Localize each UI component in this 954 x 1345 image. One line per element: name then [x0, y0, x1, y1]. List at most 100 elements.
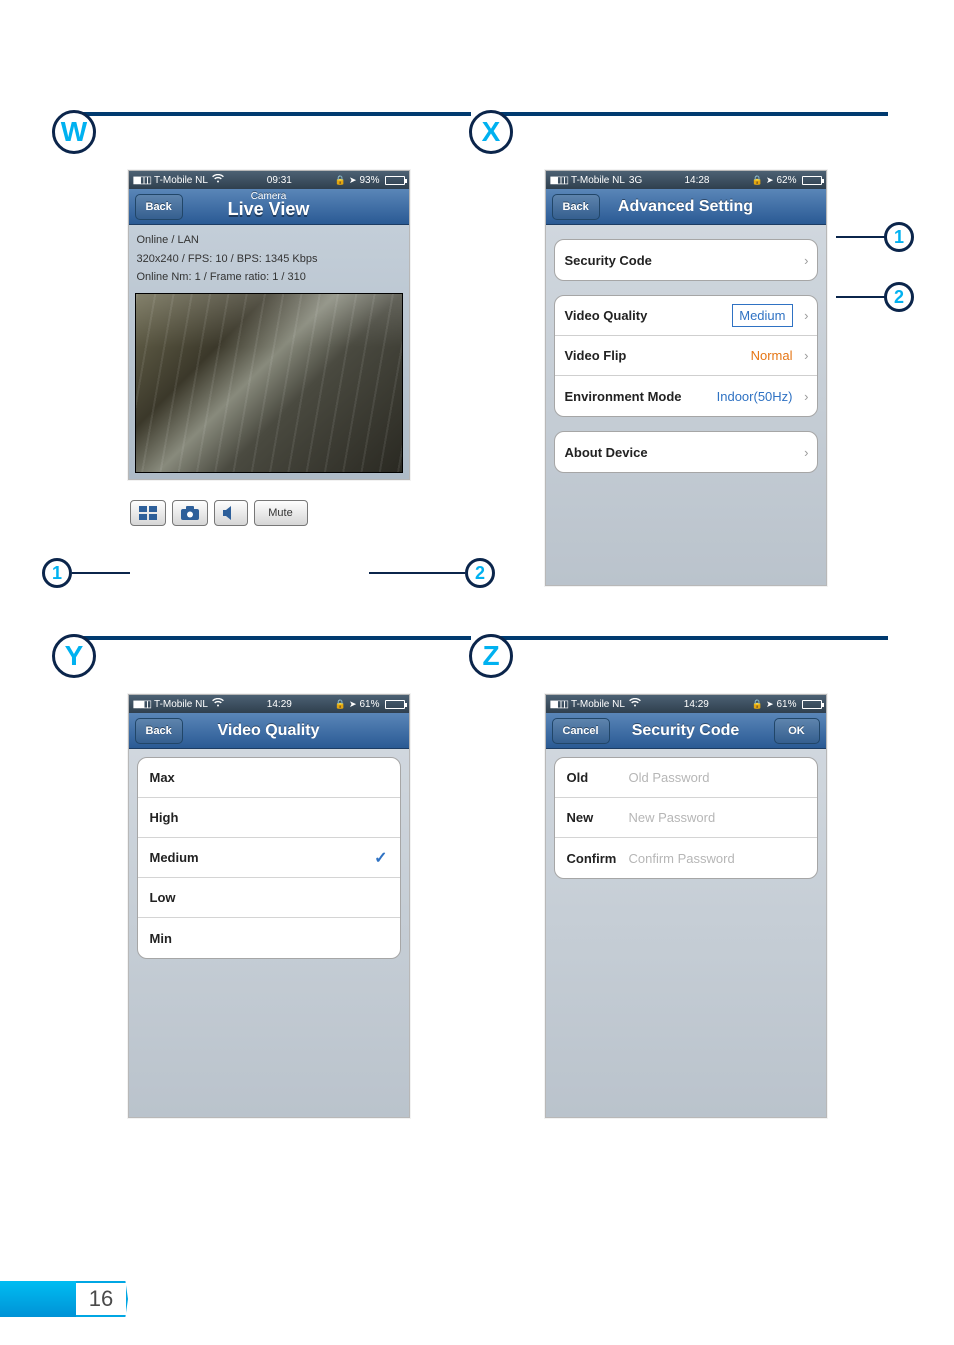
chevron-right-icon: ›: [804, 308, 808, 323]
battery-icon: [802, 176, 822, 185]
callout-line: [72, 572, 130, 574]
option-label: Medium: [150, 850, 199, 865]
live-video-frame[interactable]: [135, 293, 403, 473]
row-label: Security Code: [565, 253, 652, 268]
stream-info: Online / LAN 320x240 / FPS: 10 / BPS: 13…: [135, 227, 403, 293]
callout-w2: 2: [465, 558, 495, 588]
option-label: Low: [150, 890, 176, 905]
nav-bar: Security Code Cancel OK: [546, 713, 826, 749]
row-label: Video Flip: [565, 348, 627, 363]
lock-icon: 🔒: [752, 175, 763, 186]
chevron-right-icon: ›: [804, 445, 808, 460]
screenshot-x: ▮▮▯▯▯ T-Mobile NL 3G 14:28 🔒 ➤ 62% Advan…: [545, 170, 827, 586]
section-divider: [66, 112, 471, 116]
option-medium[interactable]: Medium ✓: [138, 838, 400, 878]
lock-icon: 🔒: [752, 699, 763, 710]
check-icon: ✓: [374, 848, 387, 868]
section-divider: [66, 636, 471, 640]
row-value: Normal: [751, 348, 807, 363]
chevron-right-icon: ›: [804, 253, 808, 268]
row-video-quality[interactable]: Video Quality Medium ›: [555, 296, 817, 336]
field-label: New: [567, 810, 629, 825]
option-label: Max: [150, 770, 175, 785]
callout-x2: 2: [884, 282, 914, 312]
carrier-label: T-Mobile NL: [571, 699, 625, 710]
status-bar: ▮▮▯▯▯ T-Mobile NL 09:31 🔒 ➤ 93%: [129, 171, 409, 189]
layout-toggle-button[interactable]: [130, 500, 166, 526]
speaker-button[interactable]: [214, 500, 248, 526]
signal-icon: ▮▮▯▯▯: [550, 699, 568, 710]
row-video-flip[interactable]: Video Flip Normal ›: [555, 336, 817, 376]
field-placeholder: Old Password: [629, 770, 710, 785]
nav-bar: Video Quality Back: [129, 713, 409, 749]
row-environment-mode[interactable]: Environment Mode Indoor(50Hz) ›: [555, 376, 817, 416]
snapshot-button[interactable]: [172, 500, 208, 526]
row-security-code[interactable]: Security Code ›: [555, 240, 817, 280]
nav-title: Advanced Setting: [618, 198, 753, 216]
option-max[interactable]: Max: [138, 758, 400, 798]
status-bar: ▮▮▮▯▯ T-Mobile NL 14:29 🔒 ➤ 61%: [129, 695, 409, 713]
back-button[interactable]: Back: [552, 194, 600, 220]
status-time: 14:29: [228, 699, 331, 710]
callout-line: [836, 296, 886, 298]
wifi-icon: [212, 174, 224, 186]
info-line-3: Online Nm: 1 / Frame ratio: 1 / 310: [137, 268, 403, 287]
row-about-device[interactable]: About Device ›: [555, 432, 817, 472]
info-line-2: 320x240 / FPS: 10 / BPS: 1345 Kbps: [137, 250, 403, 269]
chevron-right-icon: ›: [804, 389, 808, 404]
field-placeholder: New Password: [629, 810, 716, 825]
footer-accent-bar: [0, 1281, 76, 1317]
lock-icon: 🔒: [335, 699, 346, 710]
field-label: Confirm: [567, 851, 629, 866]
row-value: Medium: [732, 304, 792, 327]
section-label-x: X: [469, 110, 513, 154]
option-high[interactable]: High: [138, 798, 400, 838]
row-label: Environment Mode: [565, 389, 682, 404]
option-low[interactable]: Low: [138, 878, 400, 918]
option-label: Min: [150, 931, 172, 946]
row-value: Indoor(50Hz): [717, 389, 807, 404]
page-number: 16: [76, 1281, 128, 1317]
screenshot-w: ▮▮▯▯▯ T-Mobile NL 09:31 🔒 ➤ 93% Camera: [128, 170, 410, 480]
nav-title: Video Quality: [218, 722, 320, 740]
mute-button[interactable]: Mute: [254, 500, 308, 526]
page-footer: 16: [0, 1281, 128, 1317]
status-time: 14:28: [646, 175, 747, 186]
callout-line: [369, 572, 465, 574]
nav-title: Security Code: [632, 722, 740, 740]
battery-icon: [385, 700, 405, 709]
field-placeholder: Confirm Password: [629, 851, 735, 866]
signal-icon: ▮▮▯▯▯: [133, 175, 151, 186]
signal-icon: ▮▮▮▯▯: [133, 699, 151, 710]
back-button[interactable]: Back: [135, 718, 183, 744]
screenshot-y: ▮▮▮▯▯ T-Mobile NL 14:29 🔒 ➤ 61% Video Qu…: [128, 694, 410, 1118]
info-line-1: Online / LAN: [137, 231, 403, 250]
network-label: 3G: [629, 175, 642, 186]
nav-bar: Camera Live View Back: [129, 189, 409, 225]
status-time: 14:29: [645, 699, 748, 710]
ok-button[interactable]: OK: [774, 718, 820, 744]
carrier-label: T-Mobile NL: [154, 175, 208, 186]
cancel-button[interactable]: Cancel: [552, 718, 610, 744]
nav-bar: Advanced Setting Back: [546, 189, 826, 225]
field-old-password[interactable]: Old Old Password: [555, 758, 817, 798]
field-new-password[interactable]: New New Password: [555, 798, 817, 838]
option-min[interactable]: Min: [138, 918, 400, 958]
signal-icon: ▮▮▯▯▯: [550, 175, 568, 186]
section-label-y: Y: [52, 634, 96, 678]
location-icon: ➤: [349, 175, 357, 186]
callout-line: [836, 236, 886, 238]
status-time: 09:31: [228, 175, 331, 186]
location-icon: ➤: [766, 175, 774, 186]
location-icon: ➤: [766, 699, 774, 710]
field-confirm-password[interactable]: Confirm Confirm Password: [555, 838, 817, 878]
back-button[interactable]: Back: [135, 194, 183, 220]
callout-x1: 1: [884, 222, 914, 252]
wifi-icon: [212, 698, 224, 710]
battery-icon: [385, 176, 405, 185]
status-bar: ▮▮▯▯▯ T-Mobile NL 14:29 🔒 ➤ 61%: [546, 695, 826, 713]
chevron-right-icon: ›: [804, 348, 808, 363]
battery-pct: 61%: [776, 699, 796, 710]
callout-w1: 1: [42, 558, 72, 588]
carrier-label: T-Mobile NL: [154, 699, 208, 710]
